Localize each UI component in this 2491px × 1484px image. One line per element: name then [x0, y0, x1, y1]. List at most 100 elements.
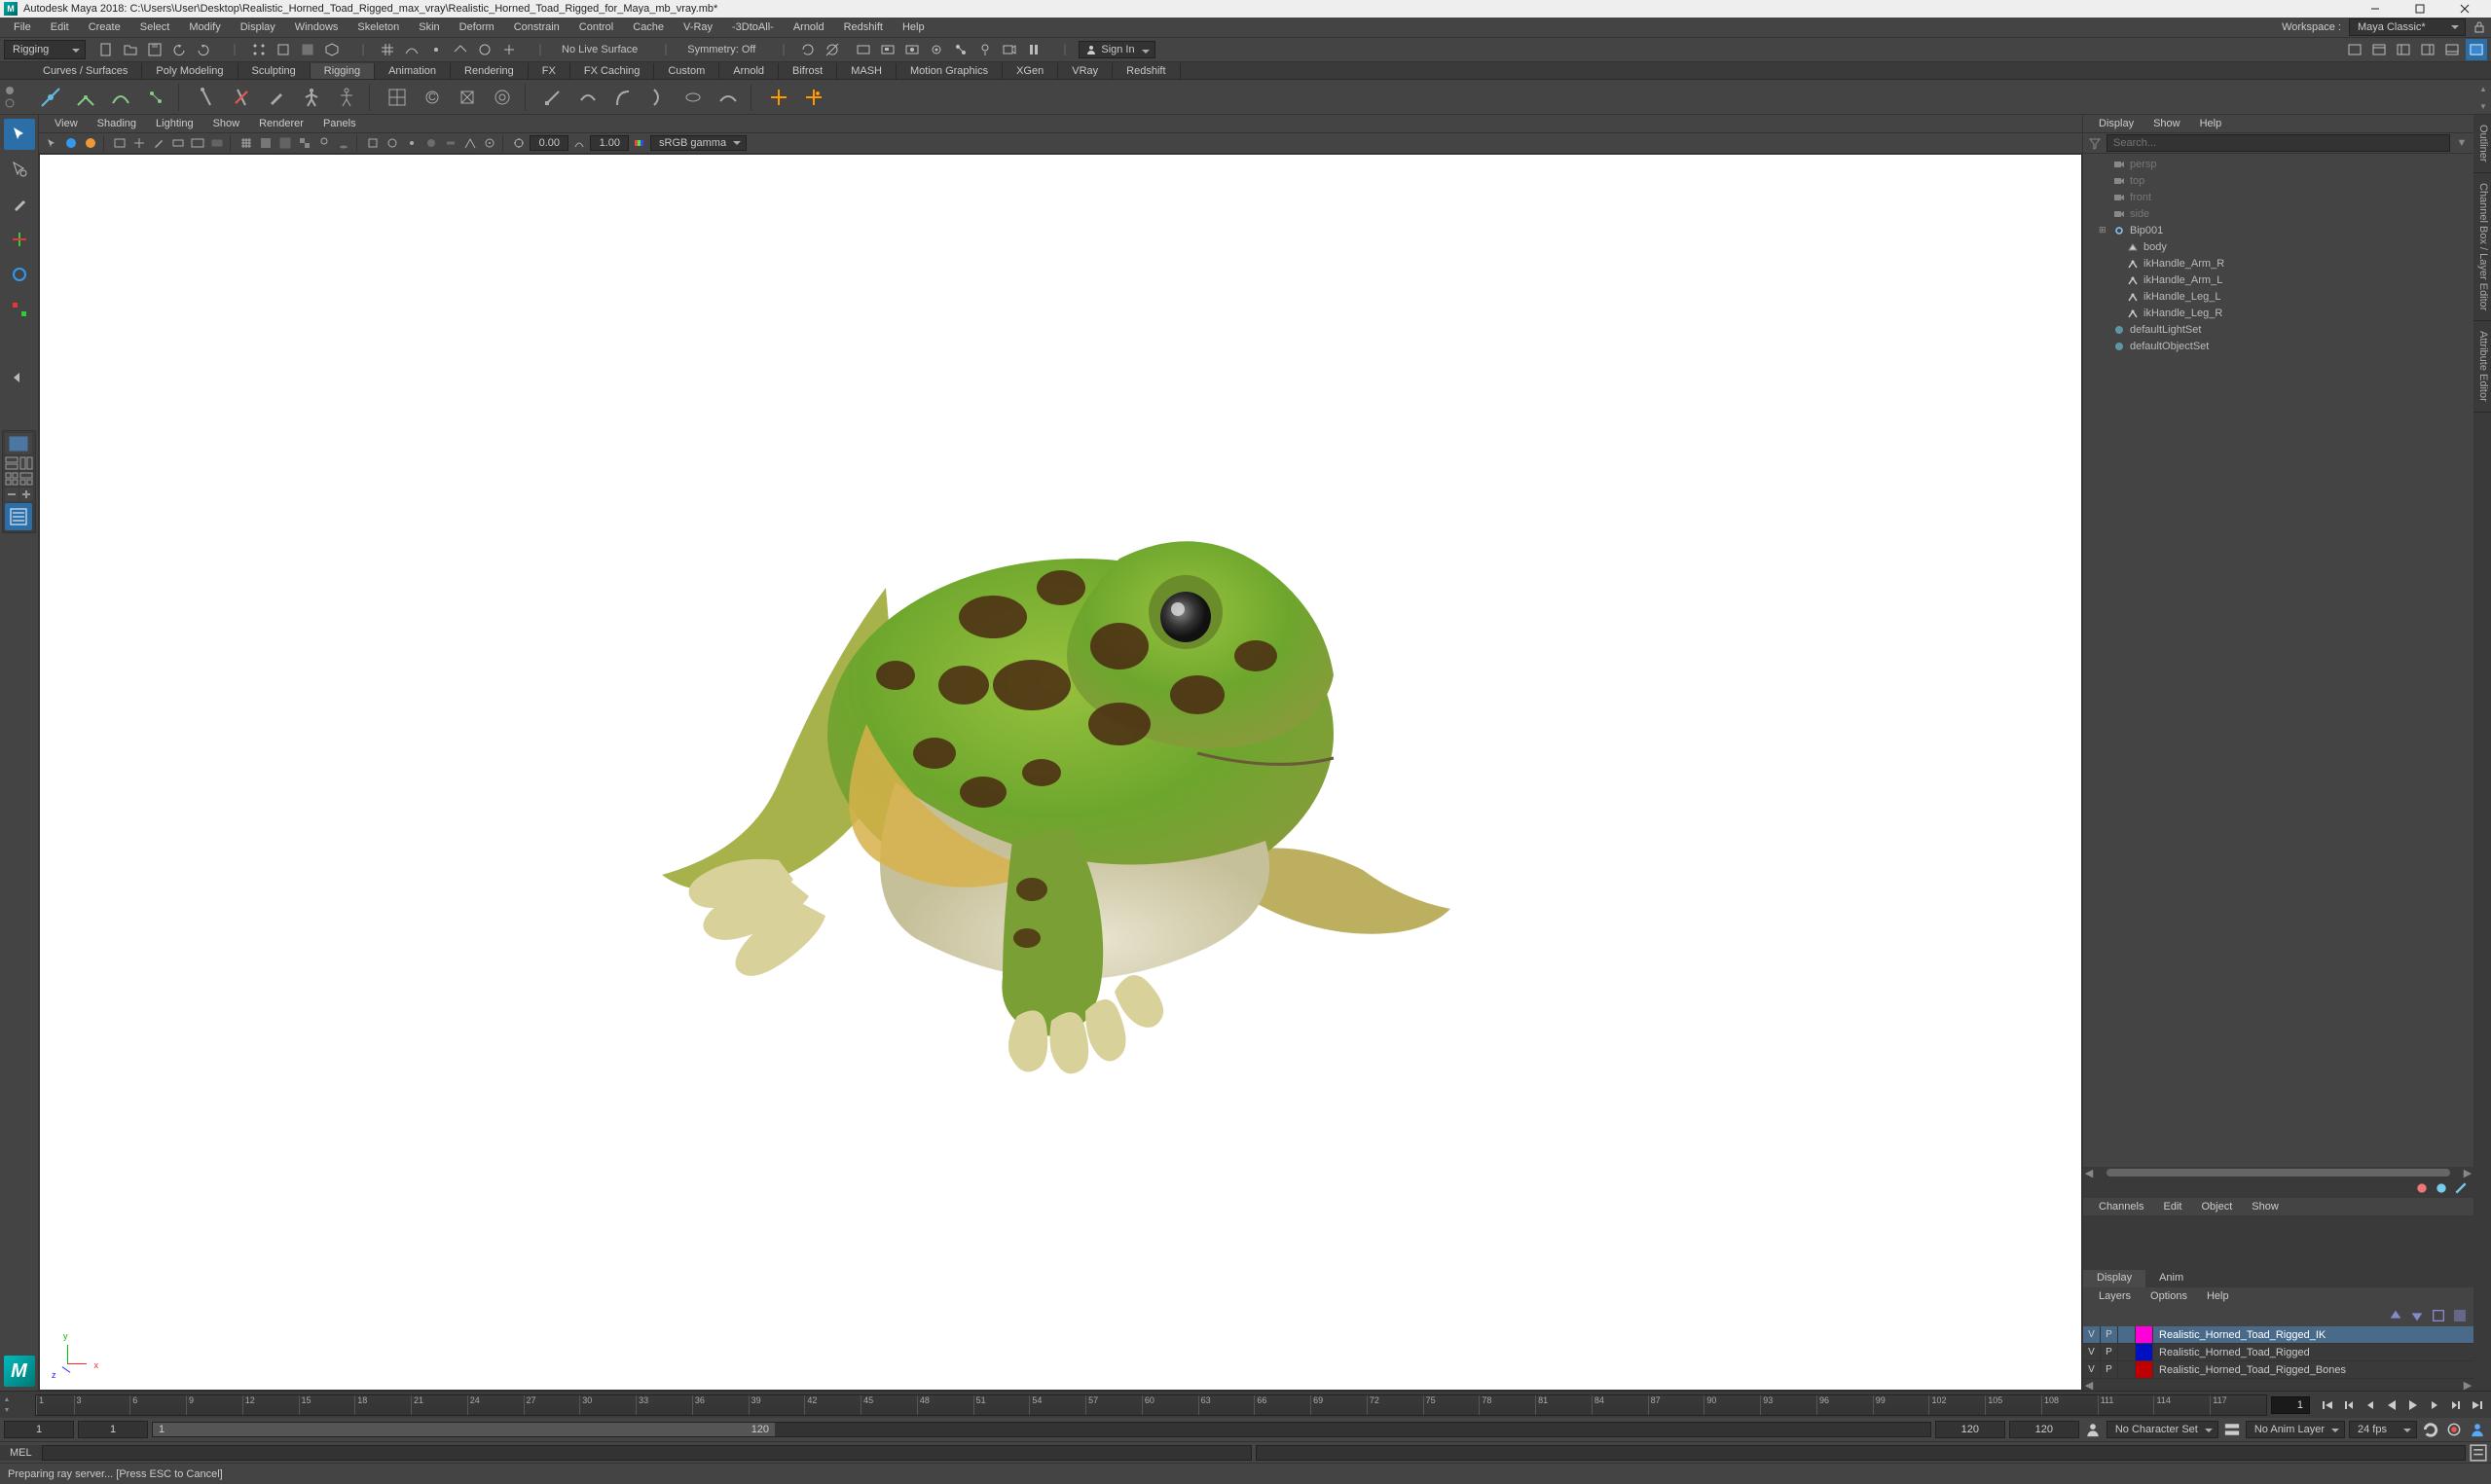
- script-editor-icon[interactable]: [2468, 1444, 2489, 1462]
- viewport-3d[interactable]: yxz: [39, 154, 2082, 1391]
- menu-control[interactable]: Control: [569, 19, 623, 35]
- layout-remove-icon[interactable]: [5, 488, 18, 501]
- snap-point-icon[interactable]: [425, 39, 447, 60]
- open-scene-icon[interactable]: [120, 39, 141, 60]
- side-tab-outliner[interactable]: Outliner: [2473, 115, 2491, 173]
- vp-bookmark-icon[interactable]: [82, 134, 99, 152]
- outliner-node[interactable]: ikHandle_Leg_R: [2083, 305, 2473, 321]
- menu-skin[interactable]: Skin: [409, 19, 449, 35]
- nonlinear-twist-icon[interactable]: [642, 82, 674, 113]
- vp-gamma-icon[interactable]: [570, 134, 588, 152]
- panel-toggle-5-icon[interactable]: [2441, 39, 2463, 60]
- select-by-vert-icon[interactable]: [248, 39, 270, 60]
- vp-camera-attr-icon[interactable]: [62, 134, 80, 152]
- sculpt-deform-icon[interactable]: [713, 82, 744, 113]
- layer-color-swatch[interactable]: [2136, 1361, 2153, 1378]
- outliner-search-dropdown-icon[interactable]: ▼: [2454, 135, 2470, 151]
- shelf-tab-curves-surfaces[interactable]: Curves / Surfaces: [29, 63, 142, 79]
- shelf-tab-animation[interactable]: Animation: [375, 63, 451, 79]
- outliner-node[interactable]: top: [2083, 172, 2473, 189]
- panel-toggle-1-icon[interactable]: [2344, 39, 2365, 60]
- deform-icon[interactable]: [572, 82, 604, 113]
- shelf-tab-fx[interactable]: FX: [529, 63, 570, 79]
- vp-wire-shaded-icon[interactable]: [276, 134, 294, 152]
- shelf-tab-poly-modeling[interactable]: Poly Modeling: [142, 63, 238, 79]
- menu-modify[interactable]: Modify: [179, 19, 230, 35]
- shelf-config-icon[interactable]: [4, 85, 31, 109]
- vp-gamma-value[interactable]: 1.00: [590, 135, 629, 151]
- layer-playback-cell[interactable]: P: [2101, 1326, 2118, 1343]
- layout-2v-icon[interactable]: [19, 456, 33, 470]
- wire-tool-icon[interactable]: [678, 82, 709, 113]
- time-slider[interactable]: 1369121518212427303336394245485154576063…: [35, 1394, 2267, 1416]
- outliner-search-input[interactable]: [2106, 134, 2450, 152]
- layer-move-down-icon[interactable]: [2409, 1308, 2425, 1323]
- layer-playback-cell[interactable]: P: [2101, 1361, 2118, 1378]
- rotate-tool-icon[interactable]: [4, 259, 35, 290]
- vp-shaded-icon[interactable]: [257, 134, 275, 152]
- autokey-icon[interactable]: [2444, 1420, 2464, 1439]
- vp-grease-icon[interactable]: [150, 134, 167, 152]
- shelf-tab-motion-graphics[interactable]: Motion Graphics: [897, 63, 1003, 79]
- vp-dof-icon[interactable]: [481, 134, 498, 152]
- panel-toggle-4-icon[interactable]: [2417, 39, 2438, 60]
- snap-live-icon[interactable]: [474, 39, 495, 60]
- outliner-filter-icon[interactable]: [2087, 135, 2103, 151]
- vp-shadows-icon[interactable]: [335, 134, 352, 152]
- render-icon[interactable]: [853, 39, 874, 60]
- panel-toggle-2-icon[interactable]: [2368, 39, 2390, 60]
- shelf-tab-rigging[interactable]: Rigging: [311, 63, 375, 79]
- bind-skin-icon[interactable]: [191, 82, 222, 113]
- command-input[interactable]: [42, 1445, 1252, 1461]
- paint-weights-icon[interactable]: [261, 82, 292, 113]
- range-outer-end[interactable]: 120: [2009, 1421, 2079, 1438]
- ik-handle-icon[interactable]: [70, 82, 101, 113]
- outliner-node[interactable]: ikHandle_Arm_R: [2083, 255, 2473, 271]
- play-fwd-icon[interactable]: [2403, 1395, 2423, 1415]
- layer-playback-cell[interactable]: P: [2101, 1344, 2118, 1360]
- menu-help[interactable]: Help: [893, 19, 934, 35]
- layer-row[interactable]: VPRealistic_Horned_Toad_Rigged_IK: [2083, 1326, 2473, 1344]
- vp-menu-renderer[interactable]: Renderer: [249, 116, 313, 131]
- chan-menu-channels[interactable]: Channels: [2089, 1199, 2153, 1214]
- layer-row[interactable]: VPRealistic_Horned_Toad_Rigged_Bones: [2083, 1361, 2473, 1379]
- vp-xray-joints-icon[interactable]: [403, 134, 421, 152]
- range-inner-end[interactable]: 120: [1935, 1421, 2005, 1438]
- insert-joint-icon[interactable]: [140, 82, 171, 113]
- vp-colorspace-selector[interactable]: sRGB gamma: [650, 135, 747, 151]
- render-settings-icon[interactable]: [926, 39, 947, 60]
- nonlinear-bend-icon[interactable]: [607, 82, 639, 113]
- create-cluster-icon[interactable]: [537, 82, 568, 113]
- fps-selector[interactable]: 24 fps: [2349, 1421, 2417, 1438]
- layer-vis-cell[interactable]: V: [2083, 1361, 2101, 1378]
- shelf-tab-rendering[interactable]: Rendering: [451, 63, 529, 79]
- snap-misc-icon[interactable]: [498, 39, 520, 60]
- layout-add-icon[interactable]: [19, 488, 33, 501]
- vp-menu-shading[interactable]: Shading: [88, 116, 146, 131]
- play-back-icon[interactable]: [2382, 1395, 2401, 1415]
- layer-vis-cell[interactable]: V: [2083, 1344, 2101, 1360]
- cmd-lang-label[interactable]: MEL: [0, 1445, 42, 1461]
- layout-2h-icon[interactable]: [5, 456, 18, 470]
- chan-icon-2[interactable]: [2435, 1181, 2448, 1195]
- menu--3dtoall-[interactable]: -3DtoAll-: [722, 19, 784, 35]
- quick-rig-icon[interactable]: [331, 82, 362, 113]
- shelf-tab-custom[interactable]: Custom: [654, 63, 719, 79]
- move-tool-icon[interactable]: [4, 224, 35, 255]
- signin-dropdown[interactable]: Sign In: [1079, 41, 1154, 58]
- channel-box-body[interactable]: [2083, 1215, 2473, 1270]
- prefs-icon[interactable]: [2468, 1420, 2487, 1439]
- menu-constrain[interactable]: Constrain: [504, 19, 569, 35]
- side-tab-attribute-editor[interactable]: Attribute Editor: [2473, 321, 2491, 413]
- lasso-tool-icon[interactable]: [4, 154, 35, 185]
- select-by-object-icon[interactable]: [321, 39, 343, 60]
- vp-image-plane-icon[interactable]: [111, 134, 128, 152]
- outliner-node[interactable]: persp: [2083, 156, 2473, 172]
- vp-gate-mask-icon[interactable]: [208, 134, 226, 152]
- ik-spline-icon[interactable]: [105, 82, 136, 113]
- layer-menu-options[interactable]: Options: [2141, 1288, 2197, 1304]
- detach-skin-icon[interactable]: [226, 82, 257, 113]
- vp-isolate-icon[interactable]: [364, 134, 382, 152]
- layout-single-icon[interactable]: [5, 433, 32, 454]
- chan-menu-show[interactable]: Show: [2242, 1199, 2289, 1214]
